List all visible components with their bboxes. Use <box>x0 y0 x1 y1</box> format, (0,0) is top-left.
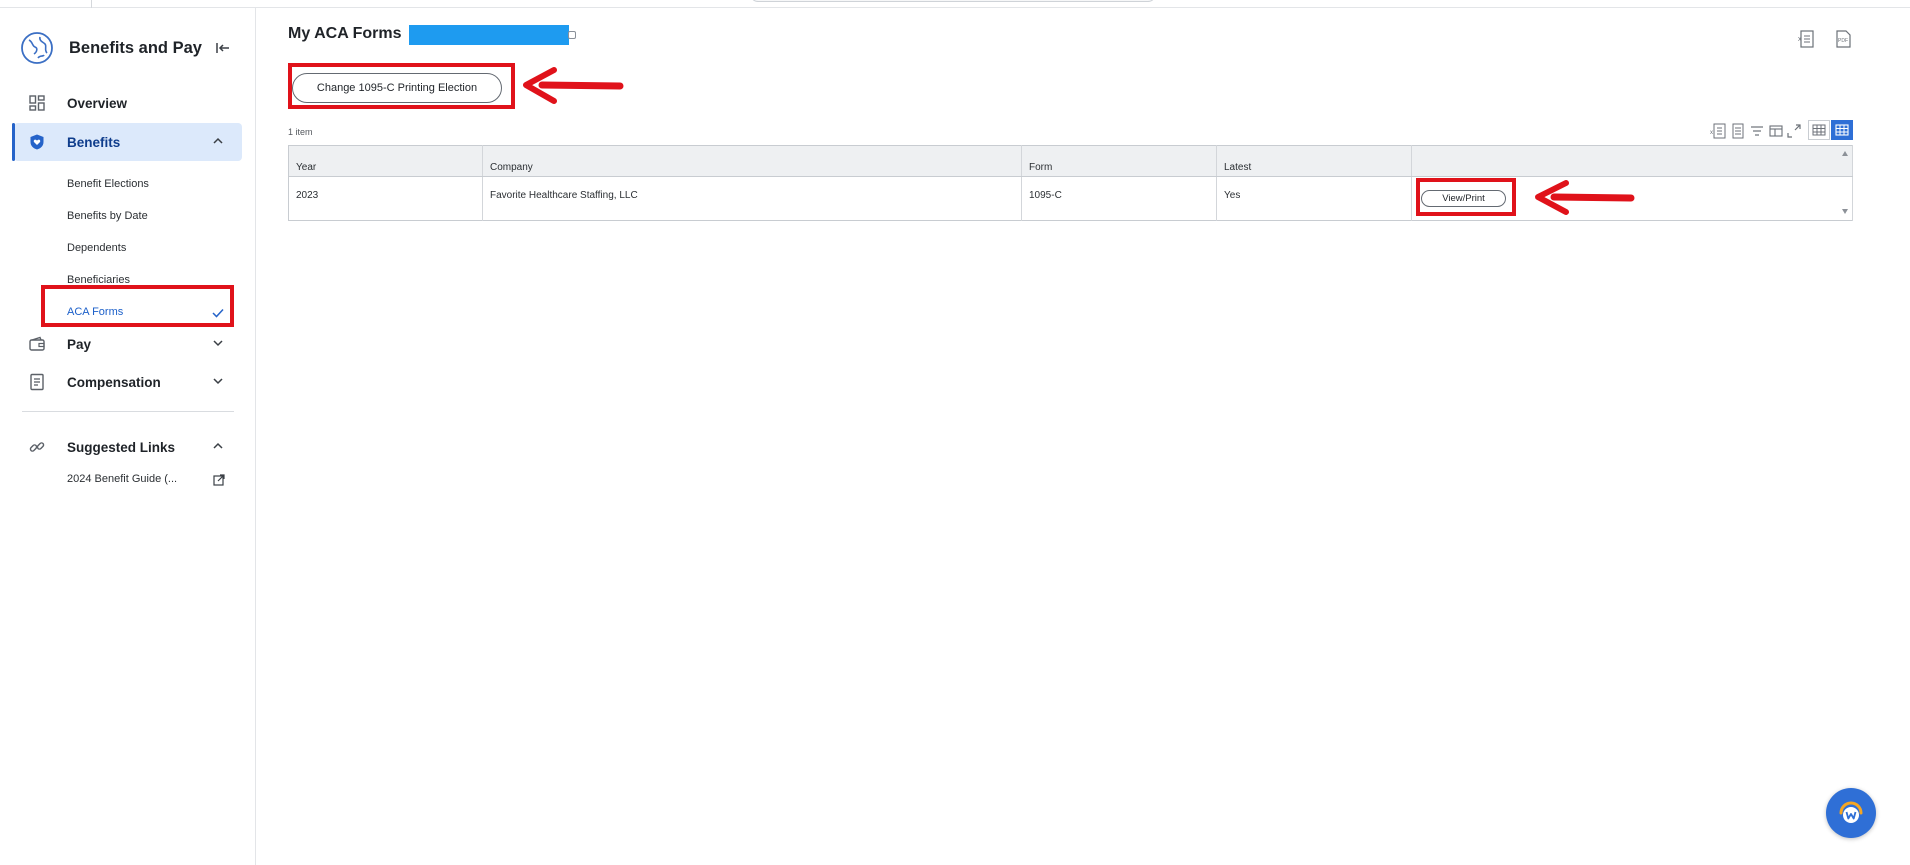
print-table-icon[interactable] <box>1730 123 1746 139</box>
column-header-company[interactable]: Company <box>482 145 1022 177</box>
wallet-icon <box>29 336 45 351</box>
sidebar-item-label: Pay <box>67 336 92 352</box>
sidebar-item-overview[interactable]: Overview <box>14 84 242 122</box>
table-header-row: Year Company Form Latest <box>288 145 1853 177</box>
assistant-chat-button[interactable] <box>1826 788 1876 838</box>
suggested-link-benefit-guide[interactable]: 2024 Benefit Guide (... <box>67 473 177 485</box>
sidebar-title: Benefits and Pay <box>69 38 202 57</box>
sidebar-item-label: Compensation <box>67 374 161 390</box>
item-count: 1 item <box>288 127 313 137</box>
sidebar-subitem-dependents[interactable]: Dependents <box>67 242 126 254</box>
change-printing-election-button[interactable]: Change 1095-C Printing Election <box>292 73 502 103</box>
search-bar-edge[interactable] <box>750 0 1156 2</box>
scroll-down-icon[interactable] <box>1842 209 1848 214</box>
top-bar <box>0 0 1910 8</box>
annotation-arrow-icon <box>1535 180 1635 215</box>
grid-icon <box>29 95 45 111</box>
sidebar-subitem-benefit-elections[interactable]: Benefit Elections <box>67 178 149 190</box>
sidebar-item-benefits[interactable]: Benefits <box>12 123 242 161</box>
export-pdf-icon[interactable]: PDF <box>1834 29 1852 49</box>
svg-text:x: x <box>1798 36 1802 43</box>
cell-form: 1095-C <box>1021 176 1217 221</box>
sidebar-divider <box>22 411 234 412</box>
sidebar-subitem-benefits-by-date[interactable]: Benefits by Date <box>67 210 148 222</box>
view-print-button[interactable]: View/Print <box>1421 190 1506 207</box>
column-chooser-icon[interactable] <box>1768 123 1784 139</box>
sidebar-item-suggested-links[interactable]: Suggested Links <box>14 428 242 466</box>
sidebar-item-label: Suggested Links <box>67 439 176 455</box>
chevron-down-icon[interactable] <box>211 336 225 350</box>
scroll-up-icon[interactable] <box>1842 151 1848 156</box>
chevron-up-icon[interactable] <box>211 134 225 148</box>
table-grid-icon <box>1812 124 1826 136</box>
cell-company: Favorite Healthcare Staffing, LLC <box>482 176 1022 221</box>
page-title: My ACA Forms <box>288 25 402 42</box>
aca-forms-callout-box <box>41 285 234 327</box>
export-excel-icon[interactable]: x <box>1797 29 1815 49</box>
annotation-arrow-icon <box>523 67 624 104</box>
table-view-toggle[interactable] <box>1808 120 1830 140</box>
link-icon <box>29 442 45 452</box>
cell-year: 2023 <box>288 176 483 221</box>
column-header-year[interactable]: Year <box>288 145 483 177</box>
shield-heart-icon <box>30 134 44 150</box>
fullscreen-icon[interactable] <box>1786 123 1802 139</box>
grid-view-icon <box>1835 124 1849 136</box>
document-icon <box>30 373 44 391</box>
cell-latest: Yes <box>1216 176 1412 221</box>
sidebar-item-pay[interactable]: Pay <box>14 325 242 363</box>
sidebar: Benefits and Pay Overview Benefits Benef… <box>0 8 256 865</box>
workday-assistant-icon <box>1839 801 1863 823</box>
grid-view-toggle[interactable] <box>1831 120 1853 140</box>
related-actions-icon[interactable] <box>568 31 576 39</box>
external-link-icon[interactable] <box>213 474 225 486</box>
column-header-latest[interactable]: Latest <box>1216 145 1412 177</box>
sidebar-item-label: Benefits <box>67 134 121 150</box>
chevron-up-icon[interactable] <box>211 439 225 453</box>
globe-icon <box>21 32 53 64</box>
chevron-down-icon[interactable] <box>211 374 225 388</box>
column-header-form[interactable]: Form <box>1021 145 1217 177</box>
column-header-actions <box>1411 145 1853 177</box>
collapse-sidebar-icon[interactable] <box>214 39 232 57</box>
svg-text:PDF: PDF <box>1838 38 1848 44</box>
export-excel-icon[interactable]: x <box>1710 123 1726 139</box>
svg-text:x: x <box>1710 130 1713 136</box>
sidebar-item-label: Overview <box>67 95 128 111</box>
sidebar-header: Benefits and Pay <box>20 30 240 66</box>
redacted-block <box>409 25 569 45</box>
filter-icon[interactable] <box>1749 123 1765 139</box>
top-bar-divider <box>91 0 92 8</box>
sidebar-item-compensation[interactable]: Compensation <box>14 363 242 401</box>
